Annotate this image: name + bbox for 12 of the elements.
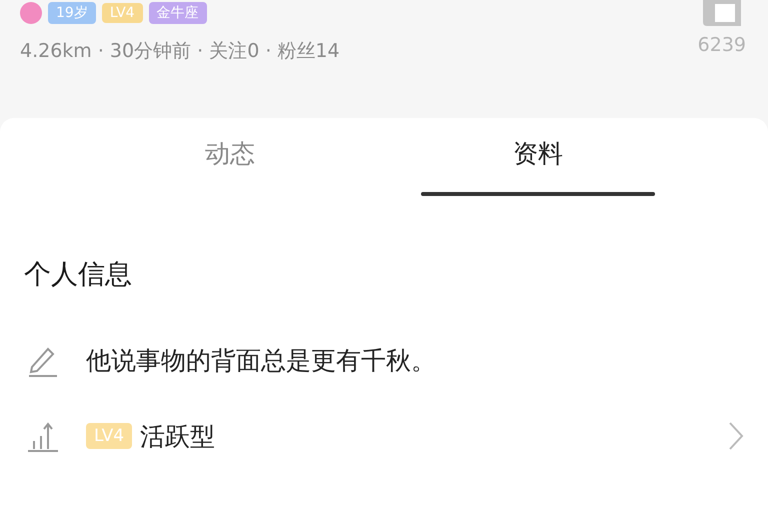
tab[interactable]: 动态 xyxy=(76,118,384,214)
chevron-right-icon[interactable] xyxy=(728,421,744,451)
profile-tag: 19岁 xyxy=(48,2,96,24)
tab[interactable]: 资料 xyxy=(384,118,692,214)
like-count: 6239 xyxy=(698,34,746,56)
level-tag: LV4 xyxy=(86,423,132,449)
signature-text: 他说事物的背面总是更有千秋。 xyxy=(86,344,436,376)
section-title: 个人信息 xyxy=(23,258,133,292)
profile-tag: LV4 xyxy=(102,3,143,23)
activity-type: 活跃型 xyxy=(140,420,216,452)
profile-stats: 4.26km · 30分钟前 · 关注0 · 粉丝14 xyxy=(20,39,340,64)
profile-tag: 金牛座 xyxy=(148,2,207,24)
